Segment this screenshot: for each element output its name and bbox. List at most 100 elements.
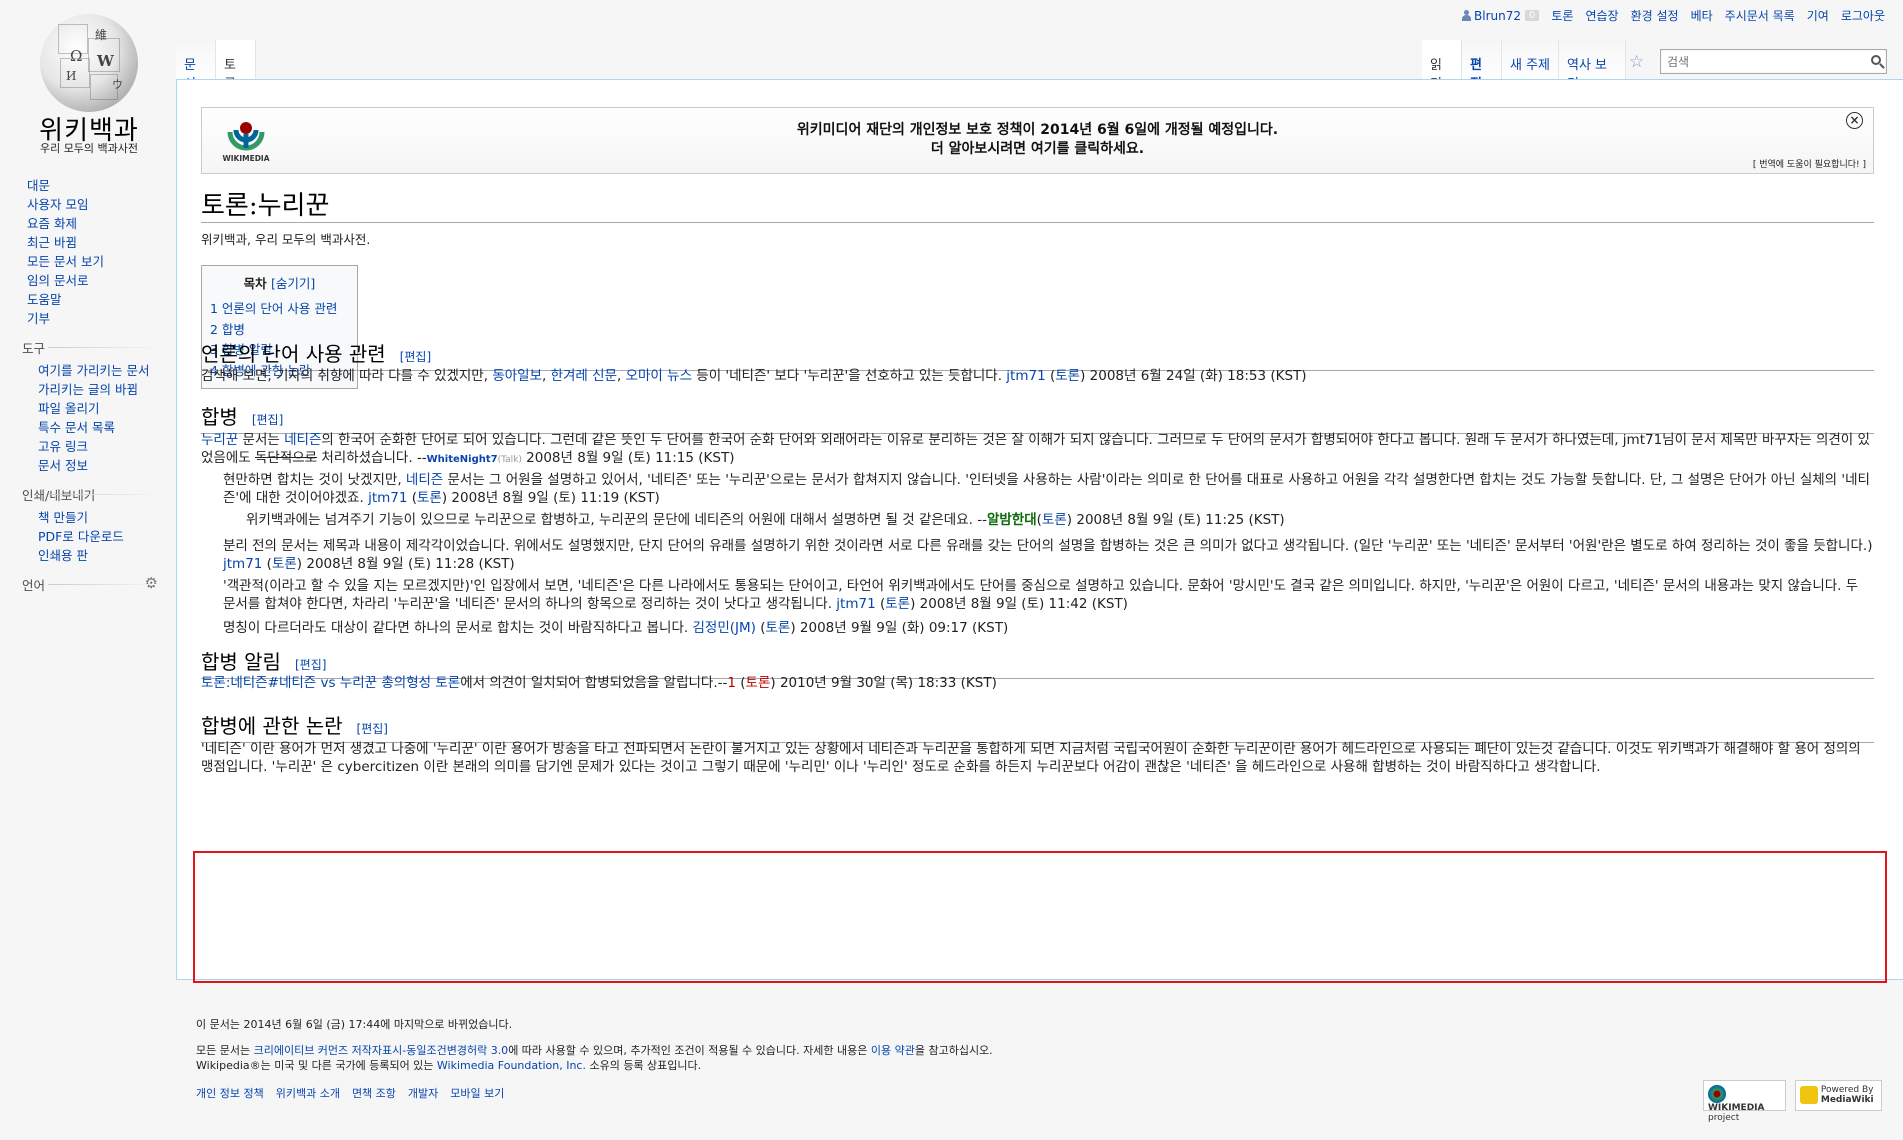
user-link[interactable]: jtm71 xyxy=(1006,368,1045,384)
tab-new-section[interactable]: 새 주제 xyxy=(1502,40,1559,80)
user-talk-link[interactable]: 토론 xyxy=(746,675,771,691)
personal-preferences-link[interactable]: 환경 설정 xyxy=(1631,7,1679,24)
sidebar-item-current-events[interactable]: 요즘 화제 xyxy=(27,216,77,231)
user-link[interactable]: jtm71 xyxy=(223,556,262,572)
sidebar-item-page-info[interactable]: 문서 정보 xyxy=(38,458,88,473)
banner-message[interactable]: 위키미디어 재단의 개인정보 보호 정책이 2014년 6월 6일에 개정될 예… xyxy=(202,121,1873,159)
footer-link-disclaimer[interactable]: 면책 조항 xyxy=(352,1085,396,1101)
notification-badge[interactable]: 0 xyxy=(1525,10,1540,21)
user-talk-link[interactable]: 토론 xyxy=(272,556,297,572)
user-link[interactable]: jtm71 xyxy=(836,596,875,612)
article-link[interactable]: 누리꾼 xyxy=(201,432,238,448)
user-link[interactable]: 1 xyxy=(727,675,736,691)
central-notice-banner[interactable]: WIKIMEDIA 위키미디어 재단의 개인정보 보호 정책이 2014년 6월… xyxy=(201,107,1874,174)
content-area: WIKIMEDIA 위키미디어 재단의 개인정보 보호 정책이 2014년 6월… xyxy=(176,79,1903,980)
footer-link-about[interactable]: 위키백과 소개 xyxy=(276,1085,340,1101)
page-title: 토론:누리꾼 xyxy=(201,191,330,221)
user-talk-link[interactable]: 토론 xyxy=(417,490,442,506)
license-link[interactable]: 크리에이티브 커먼즈 저작자표시-동일조건변경허락 3.0 xyxy=(254,1044,509,1057)
user-talk-link[interactable]: 토론 xyxy=(885,596,910,612)
footer-link-developers[interactable]: 개발자 xyxy=(408,1085,438,1101)
wikimedia-foundation-link[interactable]: Wikimedia Foundation, Inc. xyxy=(437,1059,586,1072)
article-link[interactable]: 네티즌 xyxy=(284,432,321,448)
edit-section-link[interactable]: [편집] xyxy=(357,722,388,736)
sidebar-item-random[interactable]: 임의 문서로 xyxy=(27,273,88,288)
sidebar-item-printable[interactable]: 인쇄용 판 xyxy=(38,548,88,563)
user-link[interactable]: 알밤한대 xyxy=(987,512,1037,528)
sidebar-languages-heading[interactable]: 언어 ⚙ xyxy=(0,574,176,594)
sidebar-item-special-pages[interactable]: 특수 문서 목록 xyxy=(38,420,115,435)
user-link[interactable]: Blrun72 xyxy=(1462,9,1521,23)
edit-section-link[interactable]: [편집] xyxy=(400,350,431,364)
sidebar-item-related-changes[interactable]: 가리키는 글의 바뀜 xyxy=(38,382,138,397)
terms-link[interactable]: 이용 약관 xyxy=(871,1044,915,1057)
user-talk-link[interactable]: (Talk) xyxy=(498,455,522,465)
tab-read[interactable]: 읽기 xyxy=(1422,40,1462,92)
banner-help-link[interactable]: [ 번역에 도움이 필요합니다! ] xyxy=(1753,157,1866,170)
sidebar-item-permalink[interactable]: 고유 링크 xyxy=(38,439,88,454)
footer-places: 개인 정보 정책 위키백과 소개 면책 조항 개발자 모바일 보기 xyxy=(196,1085,504,1101)
user-link[interactable]: 김정민(JM) xyxy=(692,620,755,636)
user-talk-link[interactable]: 토론 xyxy=(1042,512,1067,528)
toc-item[interactable]: 2 합병 xyxy=(210,322,245,337)
personal-beta-link[interactable]: 베타 xyxy=(1691,7,1713,24)
sidebar-item-donate[interactable]: 기부 xyxy=(27,311,50,326)
edit-section-link[interactable]: [편집] xyxy=(295,658,326,672)
sidebar-item-create-book[interactable]: 책 만들기 xyxy=(38,510,88,525)
last-modified: 이 문서는 2014년 6월 6일 (금) 17:44에 마지막으로 바뀌었습니… xyxy=(196,1018,513,1031)
sidebar-item-main-page[interactable]: 대문 xyxy=(27,178,50,193)
sidebar-item-download-pdf[interactable]: PDF로 다운로드 xyxy=(38,529,124,544)
section-heading-text: 합병에 관한 논란 xyxy=(201,714,343,738)
watch-star-icon[interactable]: ☆ xyxy=(1629,52,1644,72)
close-icon[interactable]: × xyxy=(1846,112,1863,129)
personal-watchlist-link[interactable]: 주시문서 목록 xyxy=(1725,7,1795,24)
wiki-logo[interactable]: Ω W И 維 ウ 위키백과 우리 모두의 백과사전 xyxy=(0,0,178,170)
search-icon[interactable] xyxy=(1871,55,1881,65)
section-heading: 합병에 관한 논란 [편집] xyxy=(201,710,1874,743)
tab-talk[interactable]: 토론 xyxy=(216,40,256,92)
sidebar-item-recent-changes[interactable]: 최근 바뀜 xyxy=(27,235,77,250)
sidebar-item-upload-file[interactable]: 파일 올리기 xyxy=(38,401,99,416)
sidebar-print-heading[interactable]: 인쇄/내보내기 xyxy=(0,485,176,504)
sidebar-item-all-pages[interactable]: 모든 문서 보기 xyxy=(27,254,104,269)
article-link[interactable]: 오마이 뉴스 xyxy=(626,368,692,384)
footer-link-mobile[interactable]: 모바일 보기 xyxy=(450,1085,504,1101)
gear-icon[interactable]: ⚙ xyxy=(145,574,158,592)
edit-section-link[interactable]: [편집] xyxy=(252,413,283,427)
user-link[interactable]: jtm71 xyxy=(368,490,407,506)
article-link[interactable]: 한겨레 신문 xyxy=(551,368,617,384)
section-heading-text: 언론의 단어 사용 관련 xyxy=(201,342,386,366)
article-link[interactable]: 토론:네티즌#네티즌 vs 누리꾼 총의형성 토론 xyxy=(201,675,460,691)
comment: 현만하면 합치는 것이 낫겠지만, 네티즌 문서는 그 어원을 설명하고 있어서… xyxy=(223,472,1870,506)
sidebar-tools-heading[interactable]: 도구 xyxy=(0,338,176,357)
personal-sandbox-link[interactable]: 연습장 xyxy=(1585,7,1618,24)
sidebar-tools: 여기를 가리키는 문서 가리키는 글의 바뀜 파일 올리기 특수 문서 목록 고… xyxy=(0,361,176,475)
personal-contributions-link[interactable]: 기여 xyxy=(1807,7,1829,24)
tab-history[interactable]: 역사 보기 xyxy=(1559,40,1626,92)
toc-item[interactable]: 1 언론의 단어 사용 관련 xyxy=(210,301,337,316)
page-tagline: 위키백과, 우리 모두의 백과사전. xyxy=(201,232,371,247)
sidebar-item-community[interactable]: 사용자 모임 xyxy=(27,197,88,212)
footer-link-privacy[interactable]: 개인 정보 정책 xyxy=(196,1085,264,1101)
comment: 위키백과에는 넘겨주기 기능이 있으므로 누리꾼으로 합병하고, 누리꾼의 문단… xyxy=(246,512,1285,528)
personal-logout-link[interactable]: 로그아웃 xyxy=(1841,7,1885,24)
user-talk-link[interactable]: 토론 xyxy=(765,620,790,636)
highlight-box xyxy=(193,851,1887,983)
wikimedia-project-badge[interactable]: WIKIMEDIA project xyxy=(1703,1080,1786,1123)
comment: 검색해 보면, 기자의 취향에 따라 다를 수 있겠지만, 동아일보, 한겨레 … xyxy=(201,368,1307,384)
powered-by-mediawiki-badge[interactable]: Powered By MediaWiki xyxy=(1795,1080,1882,1111)
trademark-text: Wikipedia®는 미국 및 다른 국가에 등록되어 있는 Wikimedi… xyxy=(196,1059,702,1072)
personal-tools: Blrun72 0 토론 연습장 환경 설정 베타 주시문서 목록 기여 로그아… xyxy=(1462,7,1885,24)
personal-talk-link[interactable]: 토론 xyxy=(1551,7,1573,24)
user-link[interactable]: WhiteNight7 xyxy=(427,454,498,465)
article-link[interactable]: 네티즌 xyxy=(406,472,443,488)
toc-toggle[interactable]: [숨기기] xyxy=(271,276,315,291)
tab-article[interactable]: 문서 xyxy=(176,40,216,92)
sidebar-item-help[interactable]: 도움말 xyxy=(27,292,62,307)
search-input[interactable] xyxy=(1661,50,1856,73)
section-heading: 합병 [편집] xyxy=(201,401,1874,434)
sidebar-item-what-links-here[interactable]: 여기를 가리키는 문서 xyxy=(38,363,149,378)
article-link[interactable]: 동아일보 xyxy=(492,368,542,384)
user-talk-link[interactable]: 토론 xyxy=(1055,368,1080,384)
tab-edit[interactable]: 편집 xyxy=(1462,40,1502,92)
